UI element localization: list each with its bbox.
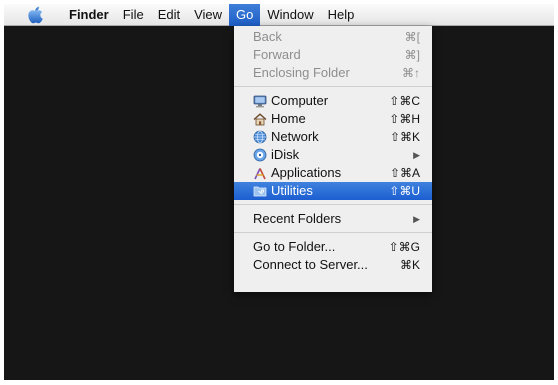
menu-item-enclosing-folder[interactable]: Enclosing Folder ⌘↑ <box>234 64 432 82</box>
menu-item-label: Back <box>253 29 282 44</box>
apple-logo-icon[interactable] <box>22 4 50 26</box>
menu-item-label: Recent Folders <box>253 211 342 226</box>
menu-item-label: Applications <box>271 165 342 180</box>
menu-view[interactable]: View <box>187 4 229 26</box>
menu-bar: Finder File Edit View Go Window Help <box>4 3 554 26</box>
home-icon <box>253 112 267 126</box>
menu-item-back[interactable]: Back ⌘[ <box>234 28 432 46</box>
shortcut-label: ⌘[ <box>404 30 420 44</box>
menu-help[interactable]: Help <box>321 4 362 26</box>
menu-item-label: Network <box>271 129 319 144</box>
shortcut-label: ⇧⌘K <box>389 130 420 144</box>
menu-window[interactable]: Window <box>260 4 320 26</box>
menu-separator <box>234 86 432 87</box>
shortcut-label: ⇧⌘G <box>388 240 420 254</box>
menu-item-label: Home <box>271 111 306 126</box>
menu-item-home[interactable]: Home ⇧⌘H <box>234 110 432 128</box>
menu-separator <box>234 204 432 205</box>
menu-item-connect-to-server[interactable]: Connect to Server... ⌘K <box>234 256 432 274</box>
shortcut-label: ⌘] <box>404 48 420 62</box>
menu-item-idisk[interactable]: iDisk ▶ <box>234 146 432 164</box>
submenu-arrow-icon: ▶ <box>413 214 420 224</box>
menu-item-computer[interactable]: Computer ⇧⌘C <box>234 92 432 110</box>
menu-item-label: Go to Folder... <box>253 239 336 254</box>
menu-item-label: iDisk <box>271 147 300 162</box>
utilities-folder-icon <box>253 184 267 198</box>
menu-item-label: Forward <box>253 47 301 62</box>
idisk-icon <box>253 148 267 162</box>
menu-item-go-to-folder[interactable]: Go to Folder... ⇧⌘G <box>234 238 432 256</box>
shortcut-label: ⇧⌘A <box>389 166 420 180</box>
shortcut-label: ⌘↑ <box>402 66 420 80</box>
menu-item-label: Enclosing Folder <box>253 65 350 80</box>
shortcut-label: ⇧⌘U <box>389 184 420 198</box>
menu-item-label: Utilities <box>271 183 313 198</box>
menu-item-network[interactable]: Network ⇧⌘K <box>234 128 432 146</box>
menu-edit[interactable]: Edit <box>151 4 187 26</box>
menu-finder[interactable]: Finder <box>62 4 116 26</box>
computer-icon <box>253 94 267 108</box>
shortcut-label: ⌘K <box>399 258 420 272</box>
menu-item-forward[interactable]: Forward ⌘] <box>234 46 432 64</box>
network-icon <box>253 130 267 144</box>
menu-file[interactable]: File <box>116 4 151 26</box>
menu-separator <box>234 232 432 233</box>
menu-item-recent-folders[interactable]: Recent Folders ▶ <box>234 210 432 228</box>
applications-icon <box>253 166 267 180</box>
menu-item-utilities[interactable]: Utilities ⇧⌘U <box>234 182 432 200</box>
go-menu-dropdown: Back ⌘[ Forward ⌘] Enclosing Folder ⌘↑ C… <box>234 26 432 292</box>
shortcut-label: ⇧⌘H <box>389 112 420 126</box>
menu-item-label: Computer <box>271 93 329 108</box>
menu-item-applications[interactable]: Applications ⇧⌘A <box>234 164 432 182</box>
menu-item-label: Connect to Server... <box>253 257 368 272</box>
menu-go[interactable]: Go <box>229 3 261 26</box>
submenu-arrow-icon: ▶ <box>413 150 420 160</box>
shortcut-label: ⇧⌘C <box>389 94 420 108</box>
